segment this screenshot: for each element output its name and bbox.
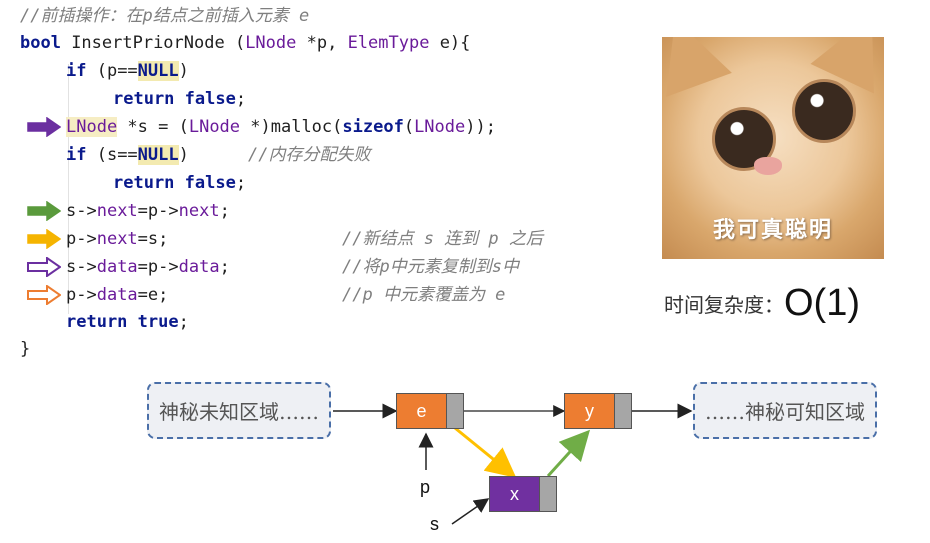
node-y-next: [614, 394, 631, 428]
node-e: e: [396, 393, 464, 429]
node-y-data: y: [565, 394, 614, 428]
pointer-s-arrow: [451, 498, 490, 525]
node-x: x: [489, 476, 557, 512]
pointer-s-label: s: [430, 514, 439, 534]
node-x-next: [539, 477, 556, 511]
node-y: y: [564, 393, 632, 429]
diagram-links: [333, 403, 693, 525]
link-x-to-y: [546, 429, 591, 478]
node-x-data: x: [490, 477, 539, 511]
link-e-to-x: [454, 426, 517, 478]
node-e-next: [446, 394, 463, 428]
pointer-p-label: p: [420, 477, 431, 497]
node-e-data: e: [397, 394, 446, 428]
